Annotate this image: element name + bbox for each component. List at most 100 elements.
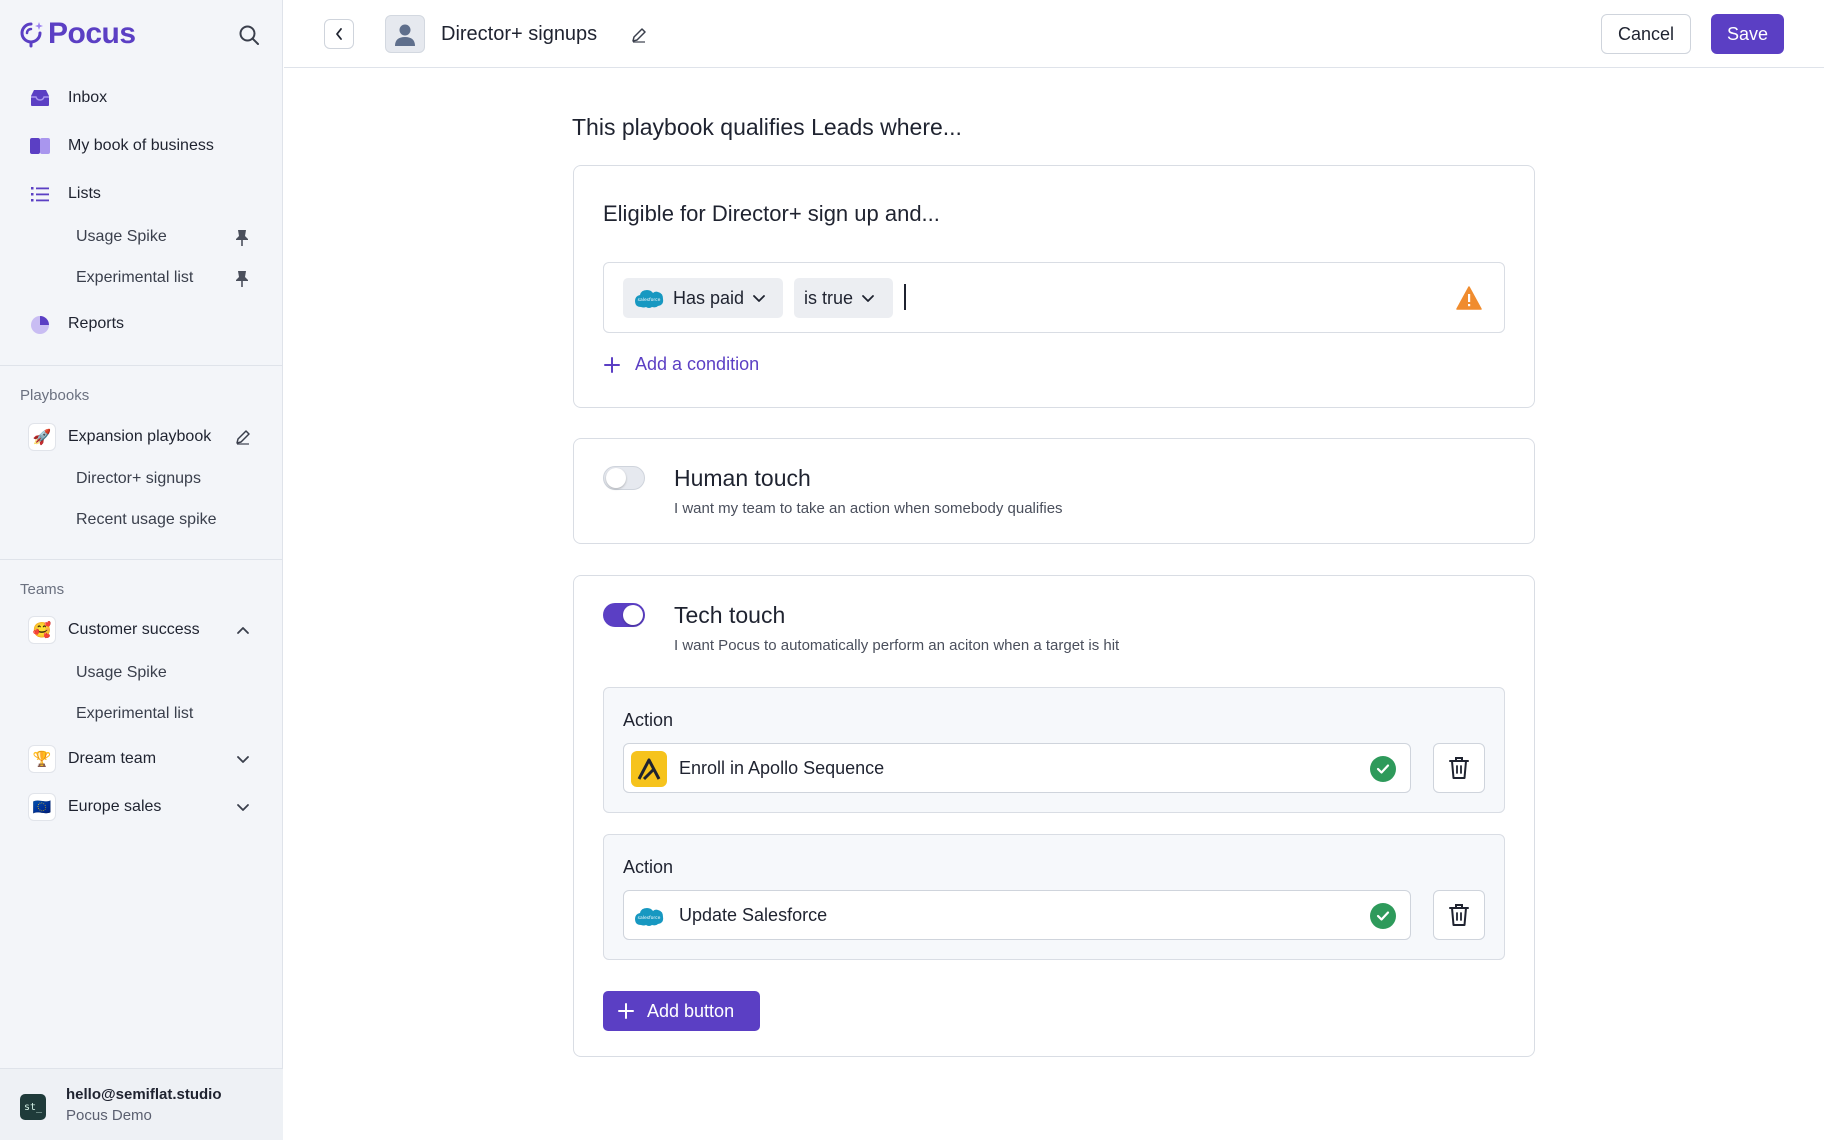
cancel-button[interactable]: Cancel [1601, 14, 1691, 54]
field-select[interactable]: salesforce Has paid [623, 278, 783, 318]
chevron-down-icon[interactable] [234, 798, 252, 816]
tech-touch-description: I want Pocus to automatically perform an… [674, 637, 1120, 654]
rocket-icon: 🚀 [28, 423, 56, 451]
text-caret [904, 284, 906, 310]
team-europe-sales[interactable]: 🇪🇺 Europe sales [28, 787, 161, 827]
team-customer-success[interactable]: 🥰 Customer success [28, 610, 200, 650]
apollo-icon [631, 751, 667, 787]
team-item-label: Experimental list [76, 705, 194, 722]
operator-select-label: is true [804, 287, 854, 308]
add-button[interactable]: Add button [603, 991, 760, 1031]
chevron-left-icon [336, 28, 342, 40]
qualify-card: Eligible for Director+ sign up and... sa… [573, 165, 1535, 408]
team-label: Dream team [68, 750, 157, 767]
person-icon [395, 24, 415, 46]
inbox-icon [28, 86, 52, 110]
user-org: Pocus Demo [66, 1107, 152, 1124]
qualify-title: Eligible for Director+ sign up and... [603, 201, 940, 226]
save-button[interactable]: Save [1711, 14, 1784, 54]
list-item-label: Experimental list [76, 269, 194, 286]
logo-text: Pocus [48, 17, 136, 50]
chevron-down-icon[interactable] [234, 750, 252, 768]
action-value: Enroll in Apollo Sequence [679, 758, 885, 778]
smiling-face-icon: 🥰 [28, 616, 56, 644]
trash-icon [1449, 904, 1469, 926]
plus-icon [604, 356, 620, 373]
eu-flag-icon: 🇪🇺 [28, 793, 56, 821]
human-touch-description: I want my team to take an action when so… [674, 500, 1063, 517]
edit-playbook-icon[interactable] [234, 428, 252, 446]
nav-book-of-business[interactable]: My book of business [28, 126, 214, 166]
action-block: Action Enroll in Apollo Sequence [603, 687, 1505, 813]
warning-icon[interactable] [1455, 284, 1483, 312]
list-item-experimental[interactable]: Experimental list [76, 261, 256, 295]
nav-reports[interactable]: Reports [28, 304, 124, 344]
nav-lists-label: Lists [68, 185, 101, 202]
action-value: Update Salesforce [679, 905, 828, 925]
playbook-label: Expansion playbook [68, 428, 212, 445]
action-label: Action [623, 710, 674, 730]
tech-touch-title: Tech touch [674, 602, 786, 628]
tech-touch-card: Tech touch I want Pocus to automatically… [573, 575, 1535, 1057]
playbook-item-recent-usage[interactable]: Recent usage spike [76, 503, 256, 537]
list-item-usage-spike[interactable]: Usage Spike [76, 220, 256, 254]
teams-section-label: Teams [20, 581, 65, 598]
check-circle-icon [1370, 903, 1396, 929]
logo-icon [20, 22, 43, 48]
edit-title-icon[interactable] [628, 24, 650, 46]
list-icon [28, 182, 52, 206]
delete-action-button[interactable] [1433, 890, 1485, 940]
back-button[interactable] [324, 19, 354, 49]
trash-icon [1449, 757, 1469, 779]
pocus-logo[interactable]: Pocus [19, 17, 136, 51]
playbook-item-label: Recent usage spike [76, 511, 217, 528]
qualify-heading: This playbook qualifies Leads where... [572, 114, 962, 140]
action-select-apollo[interactable]: Enroll in Apollo Sequence [623, 743, 1411, 793]
tech-touch-toggle[interactable] [603, 603, 645, 627]
svg-text:salesforce: salesforce [638, 297, 661, 303]
avatar: st_ [20, 1094, 46, 1120]
nav-lists[interactable]: Lists [28, 174, 101, 214]
pin-icon[interactable] [232, 228, 252, 248]
human-touch-toggle[interactable] [603, 466, 645, 490]
nav-inbox-label: Inbox [68, 89, 108, 106]
playbooks-section-label: Playbooks [20, 387, 90, 404]
svg-text:salesforce: salesforce [638, 915, 661, 921]
playbook-item-director-signups[interactable]: Director+ signups [76, 462, 256, 496]
nav-reports-label: Reports [68, 315, 125, 332]
trophy-icon: 🏆 [28, 745, 56, 773]
condition-row[interactable]: salesforce Has paid is true [603, 262, 1505, 333]
page-title: Director+ signups [441, 23, 598, 45]
list-item-label: Usage Spike [76, 228, 167, 245]
user-email: hello@semiflat.studio [66, 1086, 222, 1103]
action-block: Action salesforce Update Salesforce [603, 834, 1505, 960]
field-select-label: Has paid [673, 287, 745, 308]
user-account[interactable]: st_ hello@semiflat.studio Pocus Demo [0, 1068, 283, 1140]
add-condition-button[interactable]: Add a condition [603, 354, 759, 375]
action-select-salesforce[interactable]: salesforce Update Salesforce [623, 890, 1411, 940]
team-item-usage-spike[interactable]: Usage Spike [76, 656, 256, 690]
playbook-avatar [385, 15, 425, 53]
add-condition-label: Add a condition [635, 354, 760, 374]
chevron-down-icon [862, 295, 874, 302]
team-label: Europe sales [68, 798, 162, 815]
team-dream-team[interactable]: 🏆 Dream team [28, 739, 156, 779]
nav-inbox[interactable]: Inbox [28, 78, 107, 118]
chevron-down-icon [753, 295, 765, 302]
playbook-item-label: Director+ signups [76, 470, 201, 487]
nav-book-label: My book of business [68, 137, 214, 154]
chevron-up-icon[interactable] [234, 621, 252, 639]
team-item-label: Usage Spike [76, 664, 167, 681]
add-button-label: Add button [647, 1000, 735, 1021]
sidebar-divider [0, 365, 283, 366]
check-circle-icon [1370, 756, 1396, 782]
pie-chart-icon [28, 312, 52, 336]
playbook-expansion[interactable]: 🚀 Expansion playbook [28, 417, 211, 457]
page-header: Director+ signups Cancel Save [284, 0, 1824, 68]
pin-icon[interactable] [232, 269, 252, 289]
search-icon[interactable] [236, 22, 262, 48]
sidebar: Pocus Inbox My book of business Lists Us… [0, 0, 283, 1140]
operator-select[interactable]: is true [794, 278, 893, 318]
delete-action-button[interactable] [1433, 743, 1485, 793]
team-item-experimental[interactable]: Experimental list [76, 697, 256, 731]
